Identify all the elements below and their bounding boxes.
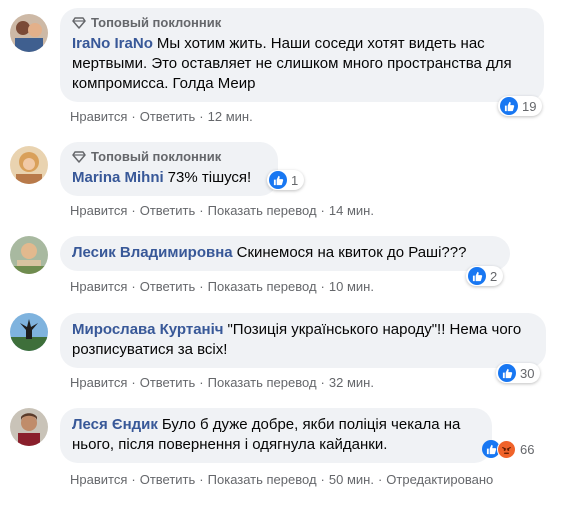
- comment-body: Леся Єндик Було б дуже добре, якби поліці…: [72, 415, 480, 455]
- comment-text: 73% тішуся!: [167, 169, 252, 186]
- reaction-count: 19: [522, 98, 537, 114]
- comment-3: Лесик Владимировна Скинемося на квиток до…: [0, 236, 580, 298]
- reaction-summary[interactable]: 2: [466, 266, 504, 286]
- separator: ·: [199, 375, 204, 390]
- avatar[interactable]: [10, 146, 48, 184]
- badge-label: Топовый поклонник: [91, 15, 222, 30]
- thumbs-up-icon: [269, 171, 287, 189]
- comment-time[interactable]: 10 мин.: [329, 279, 374, 294]
- comment-time[interactable]: 12 мин.: [208, 109, 253, 124]
- separator: ·: [131, 472, 136, 487]
- reaction-summary[interactable]: 30: [496, 363, 541, 383]
- comment-bubble: Топовый поклонник Marina Mihni 73% тішуся…: [60, 142, 278, 196]
- reaction-summary[interactable]: 66: [480, 439, 540, 459]
- comment-time[interactable]: 32 мин.: [329, 375, 374, 390]
- comment-actions: Нравится · Ответить · Показать перевод · 50 ми…: [70, 472, 493, 488]
- reply-button[interactable]: Ответить: [140, 203, 196, 218]
- top-fan-badge[interactable]: Топовый поклонник: [72, 149, 266, 165]
- reply-button[interactable]: Ответить: [140, 109, 196, 124]
- separator: ·: [199, 472, 204, 487]
- thumbs-up-icon: [468, 267, 486, 285]
- separator: ·: [320, 472, 325, 487]
- comment-1: Топовый поклонник IraNo IraNo Мы хотим жи…: [0, 8, 580, 126]
- reaction-count: 30: [520, 365, 535, 381]
- reply-button[interactable]: Ответить: [140, 279, 196, 294]
- like-button[interactable]: Нравится: [70, 472, 127, 487]
- comment-body: IraNo IraNo Мы хотим жить. Наши соседи хо…: [72, 34, 532, 94]
- separator: ·: [131, 279, 136, 294]
- comment-5: Леся Єндик Було б дуже добре, якби поліці…: [0, 408, 580, 498]
- comment-body: Лесик Владимировна Скинемося на квиток до…: [72, 243, 498, 263]
- reaction-count: 1: [291, 172, 299, 188]
- reaction-count: 2: [490, 268, 498, 284]
- diamond-icon: [72, 17, 86, 29]
- show-translation-button[interactable]: Показать перевод: [208, 279, 317, 294]
- reaction-summary[interactable]: 1: [267, 170, 305, 190]
- show-translation-button[interactable]: Показать перевод: [208, 203, 317, 218]
- separator: ·: [131, 375, 136, 390]
- angry-face-icon: [497, 439, 516, 459]
- like-button[interactable]: Нравится: [70, 203, 127, 218]
- comment-author[interactable]: Мирослава Куртаніч: [72, 321, 223, 338]
- comment-actions: Нравится · Ответить · 12 мин.: [70, 109, 253, 125]
- separator: ·: [377, 472, 383, 487]
- comment-actions: Нравится · Ответить · Показать перевод · 10 ми…: [70, 279, 374, 295]
- comment-4: Мирослава Куртаніч "Позиція українського …: [0, 313, 580, 393]
- separator: ·: [131, 203, 136, 218]
- comment-author[interactable]: Marina Mihni: [72, 169, 164, 186]
- comment-body: Marina Mihni 73% тішуся!: [72, 168, 266, 188]
- comment-bubble: Лесик Владимировна Скинемося на квиток до…: [60, 236, 510, 271]
- separator: ·: [199, 109, 204, 124]
- comment-actions: Нравится · Ответить · Показать перевод · 14 ми…: [70, 203, 374, 219]
- show-translation-button[interactable]: Показать перевод: [208, 472, 317, 487]
- separator: ·: [199, 203, 204, 218]
- show-translation-button[interactable]: Показать перевод: [208, 375, 317, 390]
- edited-label[interactable]: Отредактировано: [386, 472, 493, 487]
- badge-label: Топовый поклонник: [91, 149, 222, 164]
- avatar[interactable]: [10, 236, 48, 274]
- comment-author[interactable]: Лесик Владимировна: [72, 244, 233, 261]
- separator: ·: [131, 109, 136, 124]
- comment-author[interactable]: IraNo IraNo: [72, 35, 153, 52]
- comment-actions: Нравится · Ответить · Показать перевод · 32 ми…: [70, 375, 374, 391]
- thumbs-up-icon: [498, 364, 516, 382]
- reply-button[interactable]: Ответить: [140, 472, 196, 487]
- comment-bubble: Мирослава Куртаніч "Позиція українського …: [60, 313, 546, 368]
- separator: ·: [320, 279, 325, 294]
- separator: ·: [199, 279, 204, 294]
- avatar[interactable]: [10, 313, 48, 351]
- top-fan-badge[interactable]: Топовый поклонник: [72, 15, 532, 31]
- avatar[interactable]: [10, 14, 48, 52]
- diamond-icon: [72, 151, 86, 163]
- comment-bubble: Леся Єндик Було б дуже добре, якби поліці…: [60, 408, 492, 463]
- comment-bubble: Топовый поклонник IraNo IraNo Мы хотим жи…: [60, 8, 544, 102]
- avatar[interactable]: [10, 408, 48, 446]
- separator: ·: [320, 203, 325, 218]
- reaction-count: 66: [520, 441, 535, 457]
- comment-2: Топовый поклонник Marina Mihni 73% тішуся…: [0, 142, 580, 222]
- comment-time[interactable]: 14 мин.: [329, 203, 374, 218]
- separator: ·: [320, 375, 325, 390]
- comment-body: Мирослава Куртаніч "Позиція українського …: [72, 320, 534, 360]
- reaction-summary[interactable]: 19: [498, 96, 543, 116]
- comment-time[interactable]: 50 мин.: [329, 472, 374, 487]
- comment-text: Скинемося на квиток до Раші???: [236, 244, 467, 261]
- reply-button[interactable]: Ответить: [140, 375, 196, 390]
- like-button[interactable]: Нравится: [70, 375, 127, 390]
- like-button[interactable]: Нравится: [70, 109, 127, 124]
- thumbs-up-icon: [500, 97, 518, 115]
- comment-author[interactable]: Леся Єндик: [72, 416, 158, 433]
- like-button[interactable]: Нравится: [70, 279, 127, 294]
